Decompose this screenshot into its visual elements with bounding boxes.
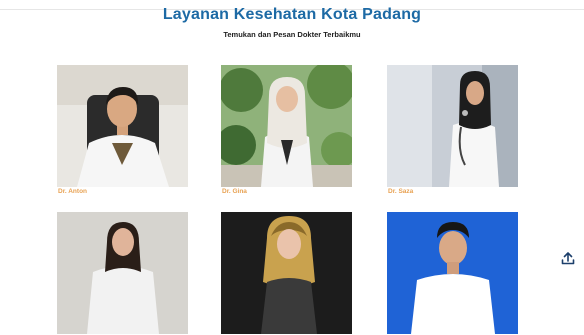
doctor-name[interactable]: Dr. Anton: [57, 188, 188, 195]
doctor-photo[interactable]: [221, 65, 352, 187]
doctor-card[interactable]: [221, 212, 352, 335]
doctor-name[interactable]: Dr. Saza: [387, 188, 518, 195]
page-title: Layanan Kesehatan Kota Padang: [162, 6, 422, 23]
doctor-photo[interactable]: [57, 212, 188, 334]
doctor-card[interactable]: Dr. Anton: [57, 65, 188, 195]
page-subtitle: Temukan dan Pesan Dokter Terbaikmu: [223, 30, 361, 39]
doctor-card[interactable]: Dr. Gina: [221, 65, 352, 195]
doctor-name[interactable]: Dr. Gina: [221, 188, 352, 195]
doctor-photo[interactable]: [221, 212, 352, 334]
doctor-photo[interactable]: [57, 65, 188, 187]
doctor-card[interactable]: [57, 212, 188, 335]
doctor-card[interactable]: [387, 212, 518, 335]
doctor-photo[interactable]: [387, 212, 518, 334]
doctor-photo[interactable]: [387, 65, 518, 187]
scroll-top-button[interactable]: [559, 249, 577, 267]
doctor-card[interactable]: Dr. Saza: [387, 65, 518, 195]
upload-icon: [561, 252, 575, 265]
